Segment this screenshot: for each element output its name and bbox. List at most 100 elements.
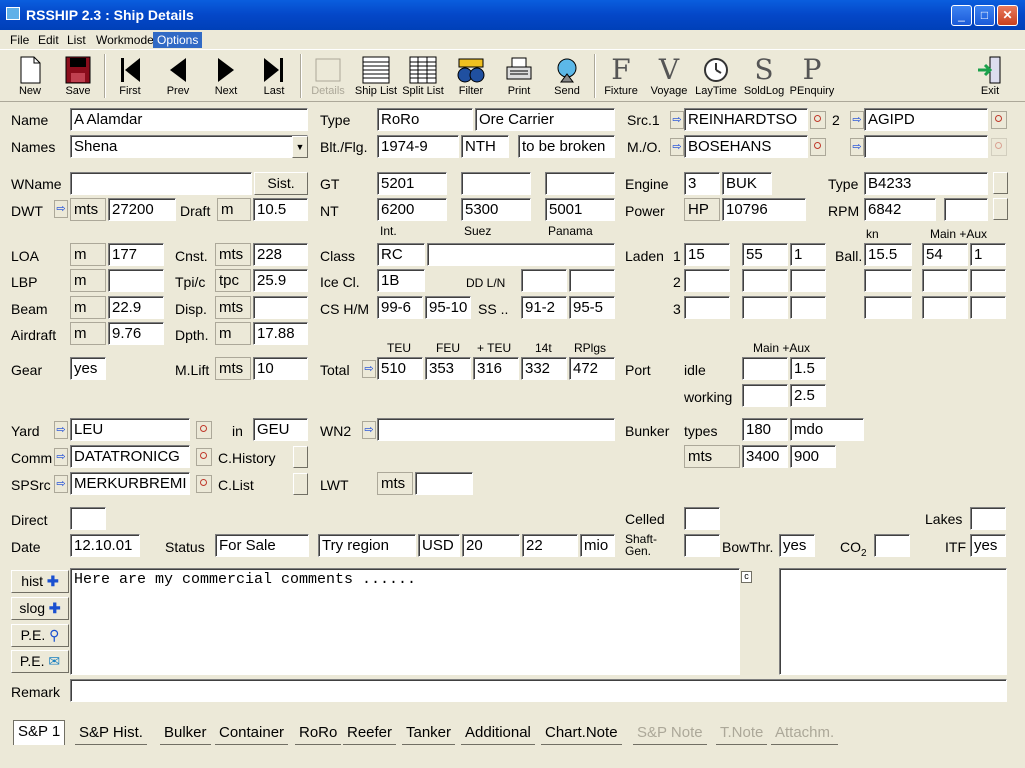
flag-field[interactable]: NTH <box>461 135 509 158</box>
ball1-main-field[interactable]: 54 <box>922 243 968 266</box>
airdraft-field[interactable]: 9.76 <box>108 322 164 345</box>
name-field[interactable]: A Alamdar <box>70 108 308 131</box>
itf-field[interactable]: yes <box>970 534 1006 557</box>
cnst-field[interactable]: 228 <box>253 243 308 266</box>
flag-status-field[interactable]: to be broken <box>518 135 615 158</box>
ball2-main-field[interactable] <box>922 269 968 292</box>
tab-tanker[interactable]: Tanker <box>402 722 456 745</box>
laden3-main-field[interactable] <box>742 296 788 319</box>
mo2-field[interactable] <box>864 135 988 158</box>
tab-t-note[interactable]: T.Note <box>716 722 768 745</box>
soldlog-button[interactable]: S SoldLog <box>742 52 786 99</box>
clist-button[interactable] <box>293 473 308 495</box>
ball3-speed-field[interactable] <box>864 296 912 319</box>
type-field[interactable]: RoRo <box>377 108 473 131</box>
menu-workmode[interactable]: Workmode <box>92 32 158 48</box>
rplgs-field[interactable]: 472 <box>569 357 615 380</box>
close-button[interactable]: ✕ <box>997 5 1018 26</box>
hist-button[interactable]: hist ✚ <box>11 570 69 593</box>
price-unit-field[interactable]: mio <box>580 534 615 557</box>
tab-container[interactable]: Container <box>215 722 289 745</box>
disp-field[interactable] <box>253 296 308 319</box>
fixture-button[interactable]: F Fixture <box>599 52 643 99</box>
mlift-field[interactable]: 10 <box>253 357 308 380</box>
engine-type-picker-button[interactable] <box>993 172 1008 194</box>
voyage-button[interactable]: V Voyage <box>647 52 691 99</box>
laden3-speed-field[interactable] <box>684 296 730 319</box>
names-combo[interactable]: Shena <box>70 135 308 158</box>
cs-m-field[interactable]: 95-10 <box>425 296 471 319</box>
ball2-speed-field[interactable] <box>864 269 912 292</box>
prev-button[interactable]: Prev <box>156 52 200 99</box>
date-field[interactable]: 12.10.01 <box>70 534 140 557</box>
mo2-arrow-button[interactable]: ⇨ <box>850 138 864 156</box>
src2-arrow-button[interactable]: ⇨ <box>850 111 864 129</box>
beam-field[interactable]: 22.9 <box>108 296 164 319</box>
names-dropdown-icon[interactable]: ▼ <box>292 136 308 158</box>
gear-field[interactable]: yes <box>70 357 106 380</box>
comm-field[interactable]: DATATRONICG <box>70 445 190 468</box>
bunker-type2-field[interactable]: mdo <box>790 418 864 441</box>
exit-button[interactable]: Exit <box>968 52 1012 99</box>
laden1-main-field[interactable]: 55 <box>742 243 788 266</box>
notes-panel[interactable] <box>779 568 1007 675</box>
tab-bulker[interactable]: Bulker <box>160 722 211 745</box>
sist-button[interactable]: Sist. <box>254 172 308 195</box>
laytime-button[interactable]: LayTime <box>694 52 738 99</box>
first-button[interactable]: First <box>108 52 152 99</box>
tab-chart-note[interactable]: Chart.Note <box>541 722 622 745</box>
print-button[interactable]: Print <box>497 52 541 99</box>
src1-arrow-button[interactable]: ⇨ <box>670 111 684 129</box>
feu-field[interactable]: 353 <box>425 357 471 380</box>
lakes-field[interactable] <box>970 507 1006 530</box>
built-field[interactable]: 1974-9 <box>377 135 459 158</box>
shaft-gen-field[interactable] <box>684 534 720 557</box>
slog-button[interactable]: slog ✚ <box>11 597 69 620</box>
wn2-arrow-button[interactable]: ⇨ <box>362 421 376 439</box>
tab-attachments[interactable]: Attachm. <box>771 722 839 745</box>
tab-additional[interactable]: Additional <box>461 722 535 745</box>
draft-field[interactable]: 10.5 <box>253 198 308 221</box>
nt-panama-field[interactable]: 5001 <box>545 198 615 221</box>
tpic-field[interactable]: 25.9 <box>253 269 308 292</box>
menu-options[interactable]: Options <box>153 32 203 48</box>
comm-arrow-button[interactable]: ⇨ <box>54 448 68 466</box>
tab-sp1[interactable]: S&P 1 <box>13 720 66 745</box>
src1-lookup-icon[interactable] <box>810 111 826 129</box>
loa-field[interactable]: 177 <box>108 243 164 266</box>
tab-roro[interactable]: RoRo <box>295 722 342 745</box>
yard-arrow-button[interactable]: ⇨ <box>54 421 68 439</box>
dwt-field[interactable]: 27200 <box>108 198 176 221</box>
engine-count-field[interactable]: 3 <box>684 172 720 195</box>
price-high-field[interactable]: 22 <box>522 534 578 557</box>
laden1-aux-field[interactable]: 1 <box>790 243 826 266</box>
penquiry-button[interactable]: P PEnquiry <box>789 52 835 99</box>
next-button[interactable]: Next <box>204 52 248 99</box>
bowthr-field[interactable]: yes <box>779 534 815 557</box>
working-main-field[interactable] <box>742 384 788 407</box>
menu-edit[interactable]: Edit <box>34 32 63 48</box>
yard-field[interactable]: LEU <box>70 418 190 441</box>
mo-lookup-icon[interactable] <box>810 138 826 156</box>
new-button[interactable]: New <box>8 52 52 99</box>
laden3-aux-field[interactable] <box>790 296 826 319</box>
ball2-aux-field[interactable] <box>970 269 1006 292</box>
ddln-field-1[interactable] <box>521 269 567 292</box>
details-button[interactable]: Details <box>306 52 350 99</box>
spsrc-lookup-icon[interactable] <box>196 475 212 493</box>
ss-field-1[interactable]: 91-2 <box>521 296 567 319</box>
working-aux-field[interactable]: 2.5 <box>790 384 826 407</box>
mo2-lookup-icon[interactable] <box>991 138 1007 156</box>
class-notation-field[interactable] <box>427 243 615 266</box>
rpm2-field[interactable] <box>944 198 988 221</box>
lwt-field[interactable] <box>415 472 473 495</box>
class-field[interactable]: RC <box>377 243 425 266</box>
power-field[interactable]: 10796 <box>722 198 806 221</box>
ship-list-button[interactable]: Ship List <box>354 52 398 99</box>
pe-send-button[interactable]: P.E. ✉ <box>11 650 69 673</box>
wname-field[interactable] <box>70 172 252 195</box>
lbp-field[interactable] <box>108 269 164 292</box>
yard-in-field[interactable]: GEU <box>253 418 308 441</box>
spsrc-arrow-button[interactable]: ⇨ <box>54 475 68 493</box>
menu-list[interactable]: List <box>63 32 90 48</box>
